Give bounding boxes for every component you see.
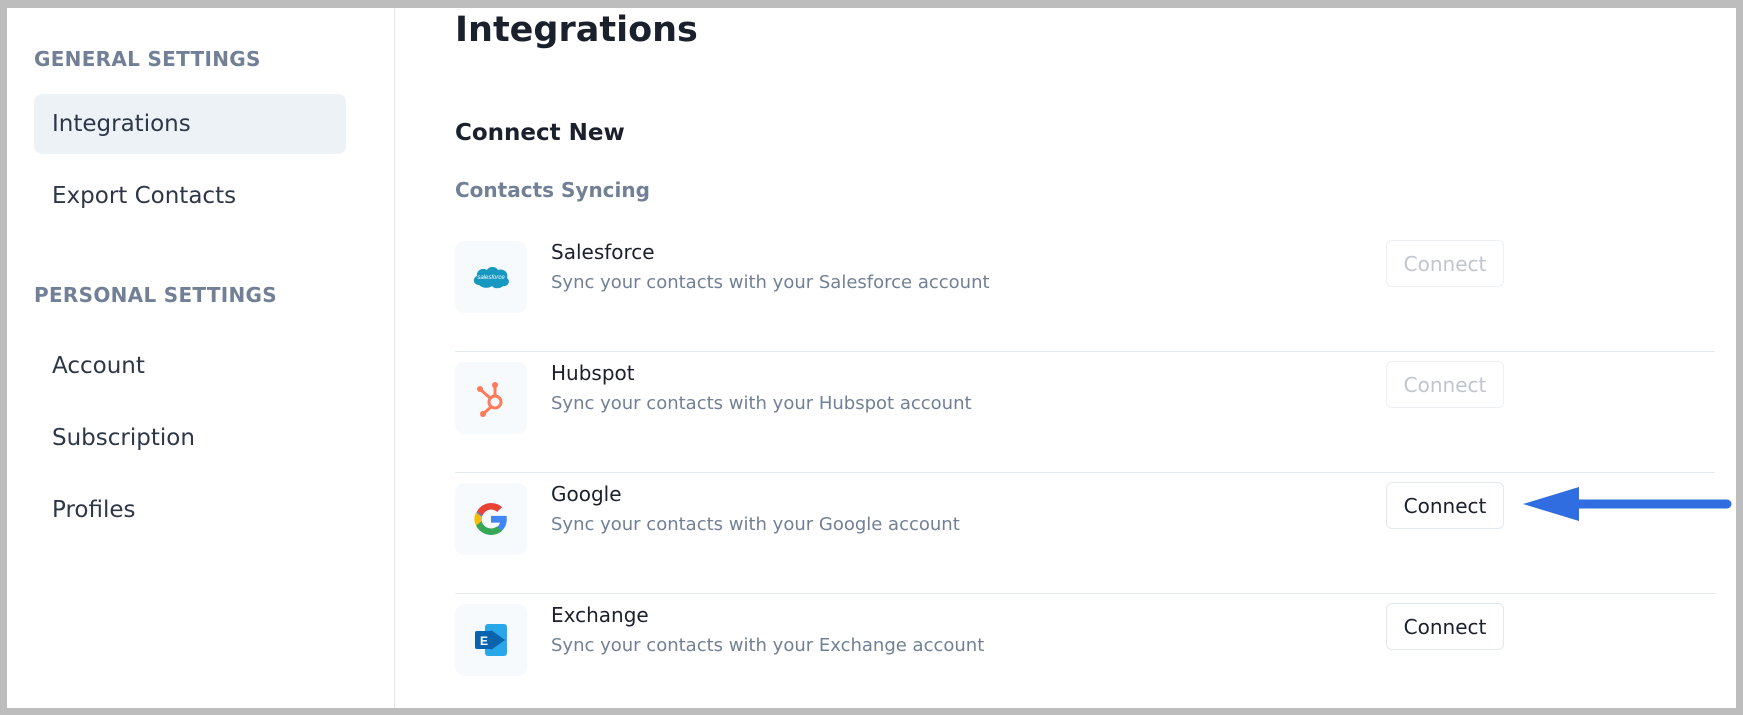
page-title: Integrations bbox=[455, 10, 698, 50]
svg-text:salesforce: salesforce bbox=[477, 275, 505, 281]
sidebar-item-integrations[interactable]: Integrations bbox=[34, 94, 346, 154]
settings-sidebar: GENERAL SETTINGS Integrations Export Con… bbox=[7, 8, 395, 708]
general-settings-heading: GENERAL SETTINGS bbox=[34, 47, 261, 71]
svg-text:E: E bbox=[480, 634, 488, 648]
salesforce-connect-button[interactable]: Connect bbox=[1386, 240, 1504, 287]
hubspot-connect-button[interactable]: Connect bbox=[1386, 361, 1504, 408]
google-icon bbox=[474, 503, 507, 535]
exchange-icon: E bbox=[475, 624, 507, 656]
integrations-panel: Integrations Connect New Contacts Syncin… bbox=[455, 8, 1719, 708]
sidebar-item-profiles[interactable]: Profiles bbox=[34, 480, 346, 540]
connect-new-heading: Connect New bbox=[455, 120, 625, 146]
arrow-left-icon bbox=[1523, 487, 1732, 521]
integration-row-salesforce: salesforce Salesforce Sync your contacts… bbox=[455, 231, 1715, 352]
integration-name: Google bbox=[551, 482, 622, 506]
google-logo bbox=[455, 483, 527, 555]
integration-description: Sync your contacts with your Hubspot acc… bbox=[551, 393, 972, 414]
contacts-syncing-heading: Contacts Syncing bbox=[455, 178, 650, 202]
exchange-connect-button[interactable]: Connect bbox=[1386, 603, 1504, 650]
hubspot-icon bbox=[477, 382, 503, 417]
google-connect-button[interactable]: Connect bbox=[1386, 482, 1504, 529]
salesforce-logo: salesforce bbox=[455, 241, 527, 313]
integration-description: Sync your contacts with your Exchange ac… bbox=[551, 635, 985, 656]
sidebar-item-account[interactable]: Account bbox=[34, 336, 346, 396]
integration-row-exchange: E Exchange Sync your contacts with your … bbox=[455, 594, 1715, 708]
integration-name: Exchange bbox=[551, 603, 649, 627]
hubspot-logo bbox=[455, 362, 527, 434]
personal-settings-heading: PERSONAL SETTINGS bbox=[34, 283, 277, 307]
sidebar-item-export-contacts[interactable]: Export Contacts bbox=[34, 166, 346, 226]
integration-name: Hubspot bbox=[551, 361, 635, 385]
integration-description: Sync your contacts with your Salesforce … bbox=[551, 272, 990, 293]
integration-description: Sync your contacts with your Google acco… bbox=[551, 514, 960, 535]
salesforce-icon: salesforce bbox=[473, 267, 509, 289]
settings-window: GENERAL SETTINGS Integrations Export Con… bbox=[7, 8, 1736, 708]
sidebar-item-subscription[interactable]: Subscription bbox=[34, 408, 346, 468]
integration-name: Salesforce bbox=[551, 240, 655, 264]
integration-row-hubspot: Hubspot Sync your contacts with your Hub… bbox=[455, 352, 1715, 473]
exchange-logo: E bbox=[455, 604, 527, 676]
